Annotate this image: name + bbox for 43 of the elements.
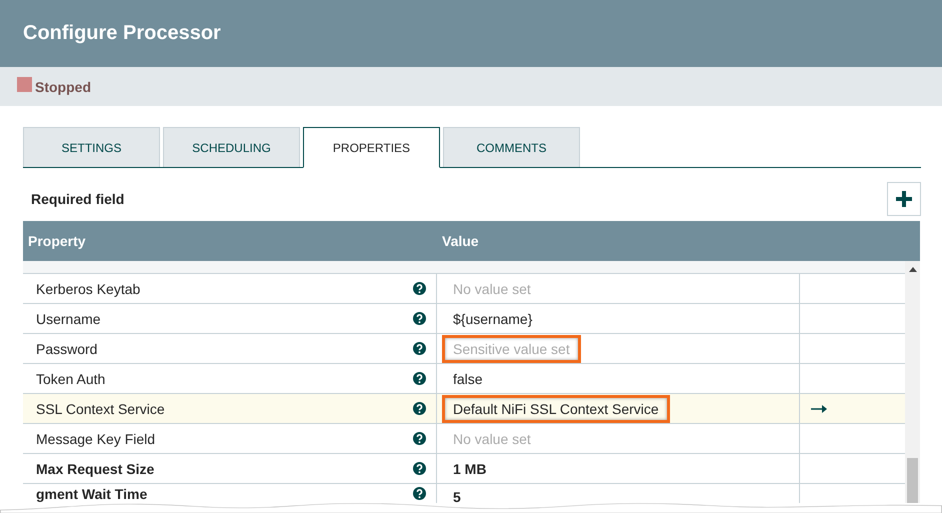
property-name: Kerberos Keytab [36, 280, 140, 296]
property-value[interactable]: false [442, 364, 494, 392]
scrollbar[interactable] [905, 261, 920, 503]
table-row[interactable]: Username ${username} [23, 304, 905, 334]
scroll-up-icon[interactable] [908, 267, 916, 272]
table-row[interactable]: SSL Context Service Default NiFi SSL Context Service [23, 394, 905, 424]
scrollbar-thumb[interactable] [907, 458, 918, 503]
arrow-right-icon[interactable] [811, 404, 827, 412]
column-header: Value [441, 233, 479, 249]
help-icon[interactable] [413, 372, 426, 385]
required-field-label: Required field [31, 190, 124, 206]
help-icon[interactable] [413, 342, 426, 355]
table-row[interactable]: Token Auth false [23, 364, 905, 394]
help-icon[interactable] [413, 312, 426, 325]
status-label: Stopped [35, 78, 91, 94]
property-name: SSL Context Service [36, 400, 165, 416]
help-icon[interactable] [413, 402, 426, 415]
table-row[interactable]: Kerberos Keytab No value set [23, 274, 905, 304]
tab[interactable]: SETTINGS [23, 127, 160, 167]
property-name: Username [36, 310, 101, 326]
help-icon[interactable] [413, 462, 426, 475]
property-value[interactable]: 1 MB [442, 454, 498, 482]
property-name: gment Wait Time [36, 486, 148, 502]
property-name: Password [36, 340, 98, 356]
property-name: Max Request Size [36, 460, 154, 476]
property-value[interactable]: Default NiFi SSL Context Service [442, 394, 670, 422]
help-icon[interactable] [413, 487, 426, 500]
plus-icon [896, 190, 912, 206]
window-title: Configure Processor [23, 22, 221, 45]
column-header: Property [27, 233, 87, 249]
table-row[interactable]: Message Key Field No value set [23, 424, 905, 454]
property-value[interactable]: 5 [442, 486, 472, 503]
property-name: Token Auth [36, 370, 106, 386]
property-name: Message Key Field [36, 430, 156, 446]
table-row[interactable]: Password Sensitive value set [23, 334, 905, 364]
tab[interactable]: COMMENTS [443, 127, 580, 167]
help-icon[interactable] [413, 282, 426, 295]
table-row[interactable]: Max Request Size 1 MB [23, 454, 905, 484]
add-property-button[interactable] [887, 182, 921, 216]
tab[interactable]: SCHEDULING [163, 127, 300, 167]
property-value[interactable]: ${username} [442, 304, 544, 332]
tab[interactable]: PROPERTIES [303, 127, 440, 168]
help-icon[interactable] [413, 432, 426, 445]
